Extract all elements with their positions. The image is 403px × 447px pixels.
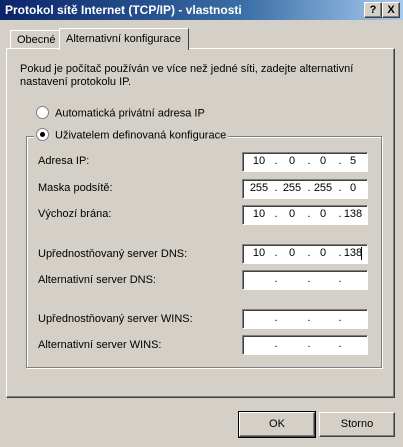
octet: 138 [343, 208, 363, 220]
label-ip-address: Adresa IP: [38, 155, 90, 167]
octet: 5 [349, 155, 357, 167]
octet: 10 [252, 208, 266, 220]
label-preferred-dns: Upřednostňovaný server DNS: [38, 248, 188, 260]
subnet-mask-field[interactable]: 255. 255. 255. 0 [242, 179, 368, 199]
dot: . [274, 247, 278, 259]
octet: 0 [319, 247, 327, 259]
dot: . [274, 338, 278, 350]
dot: . [274, 312, 278, 324]
octet: 10 [252, 247, 266, 259]
octet: 0 [288, 247, 296, 259]
label-alternate-wins: Alternativní server WINS: [38, 339, 162, 351]
octet: 0 [319, 208, 327, 220]
ok-button[interactable]: OK [238, 411, 316, 438]
text-caret [361, 247, 362, 260]
label-preferred-wins: Upřednostňovaný server WINS: [38, 313, 193, 325]
octet: 0 [349, 182, 357, 194]
default-gateway-field[interactable]: 10. 0. 0. 138 [242, 205, 368, 225]
octet: 0 [288, 155, 296, 167]
octet: 255 [249, 182, 269, 194]
dot: . [338, 312, 342, 324]
dot: . [338, 273, 342, 285]
dot: . [274, 273, 278, 285]
octet: 255 [313, 182, 333, 194]
dot: . [274, 155, 278, 167]
radio-auto-indicator[interactable] [36, 106, 49, 119]
tab-alternativni-konfigurace[interactable]: Alternativní konfigurace [59, 28, 189, 50]
octet: 0 [288, 208, 296, 220]
close-button[interactable]: X [382, 2, 400, 18]
title-bar: Protokol sítě Internet (TCP/IP) - vlastn… [0, 0, 403, 20]
help-button[interactable]: ? [364, 2, 382, 18]
dot: . [307, 338, 311, 350]
radio-auto-label: Automatická privátní adresa IP [55, 107, 205, 120]
dot: . [307, 273, 311, 285]
radio-auto-private-ip[interactable]: Automatická privátní adresa IP [36, 106, 205, 120]
dot: . [274, 208, 278, 220]
preferred-wins-field[interactable]: . . . [242, 309, 368, 329]
radio-user-label: Uživatelem definovaná konfigurace [55, 129, 227, 142]
label-subnet-mask: Maska podsítě: [38, 182, 113, 194]
group-legend: Uživatelem definovaná konfigurace [34, 128, 229, 144]
alternate-dns-field[interactable]: . . . [242, 270, 368, 290]
dot: . [307, 312, 311, 324]
description-text: Pokud je počítač používán ve více než je… [20, 63, 354, 88]
label-alternate-dns: Alternativní server DNS: [38, 274, 156, 286]
dot: . [274, 182, 278, 194]
octet: 0 [319, 155, 327, 167]
alternate-wins-field[interactable]: . . . [242, 335, 368, 355]
window-title: Protokol sítě Internet (TCP/IP) - vlastn… [5, 3, 242, 17]
octet: 10 [252, 155, 266, 167]
ip-address-field[interactable]: 10. 0. 0. 5 [242, 152, 368, 172]
label-default-gateway: Výchozí brána: [38, 208, 112, 220]
dot: . [338, 338, 342, 350]
octet: 255 [282, 182, 302, 194]
radio-user-defined[interactable]: Uživatelem definovaná konfigurace [36, 128, 227, 142]
preferred-dns-field[interactable]: 10. 0. 0. 138 [242, 244, 368, 264]
cancel-button[interactable]: Storno [319, 412, 395, 437]
radio-user-indicator[interactable] [36, 128, 49, 141]
